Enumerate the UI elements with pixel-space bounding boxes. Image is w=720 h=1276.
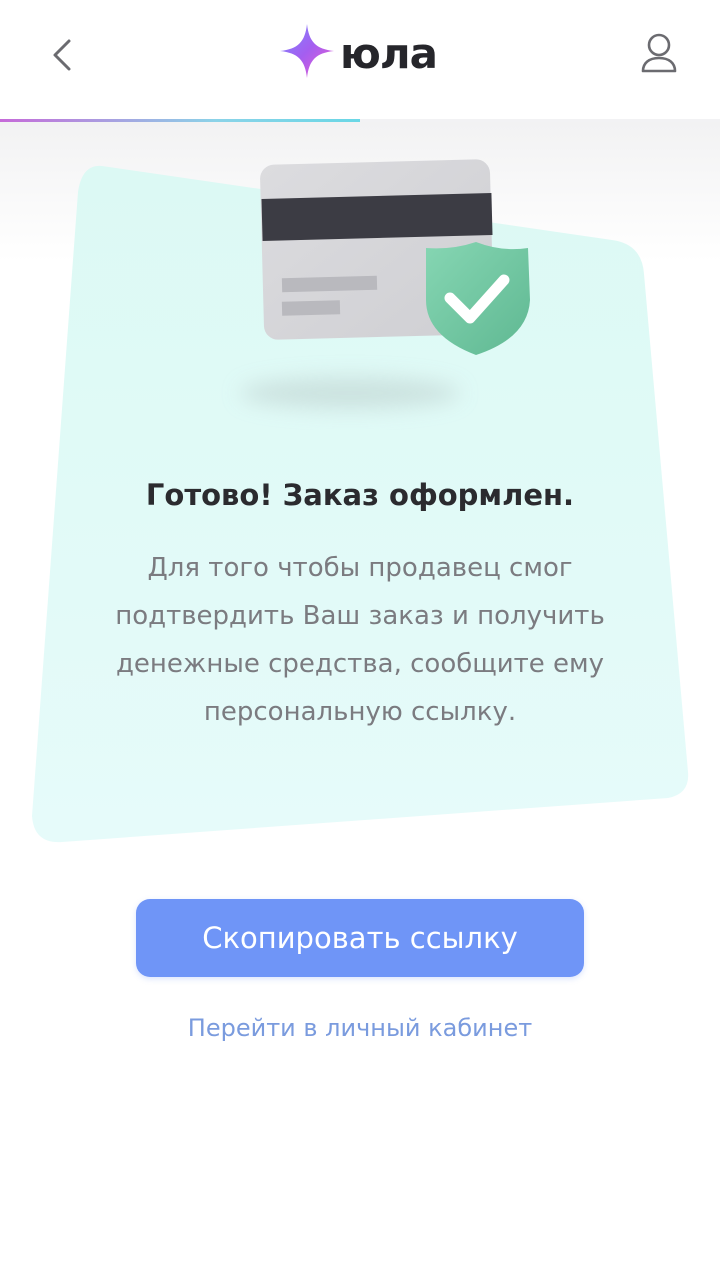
credit-card-shield-illustration [240, 159, 530, 409]
user-icon [641, 33, 677, 73]
logo[interactable]: юла [278, 20, 438, 82]
success-description: Для того чтобы продавец смог подтвердить… [100, 544, 620, 736]
app-header: юла [0, 0, 720, 122]
description-line: персональную ссылку. [203, 697, 517, 727]
shield-check-icon [426, 242, 530, 355]
personal-cabinet-link[interactable]: Перейти в личный кабинет [0, 1014, 720, 1042]
back-button[interactable] [36, 30, 86, 80]
order-confirmation-page: юла Готово! Заказ оформлен. Для того что… [0, 0, 720, 1276]
chevron-left-icon [53, 39, 71, 71]
description-line: подтвердить Ваш заказ и получить [115, 601, 605, 631]
description-line: денежные средства, сообщите ему [115, 649, 605, 679]
description-line: Для того чтобы продавец смог [147, 553, 573, 583]
logo-text: юла [340, 28, 438, 78]
success-title: Готово! Заказ оформлен. [145, 478, 575, 512]
copy-link-button[interactable]: Скопировать ссылку [136, 899, 584, 977]
sparkle-logo-icon [280, 24, 334, 78]
profile-button[interactable] [634, 28, 684, 78]
